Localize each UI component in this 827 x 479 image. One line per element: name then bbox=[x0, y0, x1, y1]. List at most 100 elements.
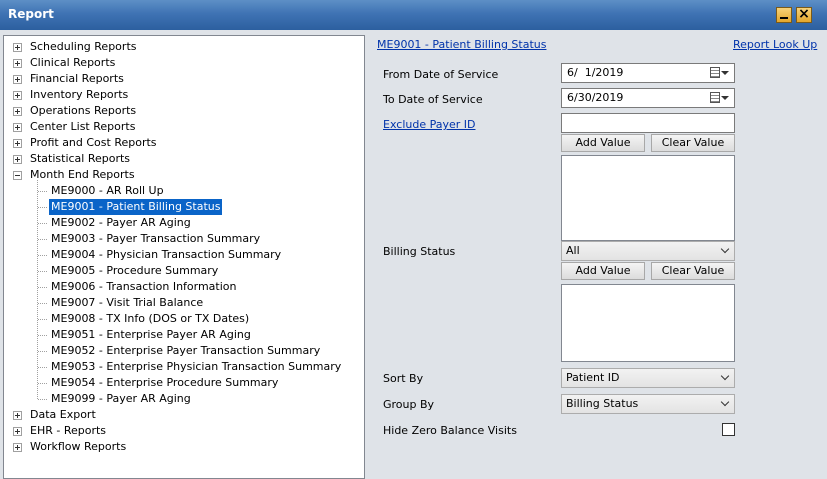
tree-child-me9006[interactable]: ME9006 - Transaction Information bbox=[4, 279, 364, 295]
tree-child-me9004[interactable]: ME9004 - Physician Transaction Summary bbox=[4, 247, 364, 263]
dropdown-arrow-icon[interactable] bbox=[721, 71, 729, 75]
tree-child-me9001[interactable]: ME9001 - Patient Billing Status bbox=[4, 199, 364, 215]
tree-child-me9007[interactable]: ME9007 - Visit Trial Balance bbox=[4, 295, 364, 311]
tree-item-label: Center List Reports bbox=[30, 120, 136, 133]
tree-child-label: ME9004 - Physician Transaction Summary bbox=[51, 248, 282, 261]
expand-icon[interactable] bbox=[13, 59, 22, 68]
chevron-down-icon bbox=[720, 397, 730, 407]
billing-status-select[interactable]: All bbox=[561, 241, 735, 261]
tree-child-label: ME9003 - Payer Transaction Summary bbox=[51, 232, 261, 245]
tree-item-ehr-reports[interactable]: EHR - Reports bbox=[4, 423, 364, 439]
minimize-button[interactable] bbox=[776, 7, 792, 23]
expand-icon[interactable] bbox=[13, 107, 22, 116]
tree-item-data-export[interactable]: Data Export bbox=[4, 407, 364, 423]
tree-child-label: ME9006 - Transaction Information bbox=[51, 280, 237, 293]
expand-icon[interactable] bbox=[13, 139, 22, 148]
exclude-payer-id-input[interactable] bbox=[561, 113, 735, 133]
tree-item-operations-reports[interactable]: Operations Reports bbox=[4, 103, 364, 119]
tree-item-profit-cost-reports[interactable]: Profit and Cost Reports bbox=[4, 135, 364, 151]
tree-child-label: ME9054 - Enterprise Procedure Summary bbox=[51, 376, 279, 389]
add-value-button[interactable]: Add Value bbox=[561, 134, 645, 152]
tree-child-label: ME9007 - Visit Trial Balance bbox=[51, 296, 204, 309]
expand-icon[interactable] bbox=[13, 75, 22, 84]
tree-item-month-end-reports[interactable]: Month End Reports bbox=[4, 167, 364, 183]
tree-item-label: Scheduling Reports bbox=[30, 40, 137, 53]
group-by-select[interactable]: Billing Status bbox=[561, 394, 735, 414]
close-button[interactable]: × bbox=[796, 7, 812, 23]
chevron-down-icon bbox=[720, 244, 730, 254]
tree-child-me9000[interactable]: ME9000 - AR Roll Up bbox=[4, 183, 364, 199]
tree-item-clinical-reports[interactable]: Clinical Reports bbox=[4, 55, 364, 71]
from-date-picker[interactable]: 6/ 1/2019 bbox=[561, 63, 735, 83]
tree-child-me9052[interactable]: ME9052 - Enterprise Payer Transaction Su… bbox=[4, 343, 364, 359]
expand-icon[interactable] bbox=[13, 411, 22, 420]
tree-child-me9003[interactable]: ME9003 - Payer Transaction Summary bbox=[4, 231, 364, 247]
collapse-icon[interactable] bbox=[13, 171, 22, 180]
group-by-label: Group By bbox=[383, 398, 435, 411]
clear-value-button[interactable]: Clear Value bbox=[651, 262, 735, 280]
tree-item-label: EHR - Reports bbox=[30, 424, 107, 437]
tree-item-label: Data Export bbox=[30, 408, 96, 421]
tree-child-label-selected: ME9001 - Patient Billing Status bbox=[49, 199, 223, 215]
tree-child-me9002[interactable]: ME9002 - Payer AR Aging bbox=[4, 215, 364, 231]
chevron-down-icon bbox=[720, 371, 730, 381]
tree-item-scheduling-reports[interactable]: Scheduling Reports bbox=[4, 39, 364, 55]
tree-child-me9008[interactable]: ME9008 - TX Info (DOS or TX Dates) bbox=[4, 311, 364, 327]
tree-child-label: ME9002 - Payer AR Aging bbox=[51, 216, 191, 229]
tree-item-financial-reports[interactable]: Financial Reports bbox=[4, 71, 364, 87]
tree-child-me9054[interactable]: ME9054 - Enterprise Procedure Summary bbox=[4, 375, 364, 391]
to-date-value: 6/30/2019 bbox=[567, 91, 624, 104]
tree-item-label: Month End Reports bbox=[30, 168, 135, 181]
tree-item-label: Inventory Reports bbox=[30, 88, 129, 101]
calendar-icon bbox=[710, 67, 720, 78]
sort-by-label: Sort By bbox=[383, 372, 424, 385]
tree-item-center-list-reports[interactable]: Center List Reports bbox=[4, 119, 364, 135]
expand-icon[interactable] bbox=[13, 155, 22, 164]
from-date-value: 6/ 1/2019 bbox=[567, 66, 624, 79]
clear-value-button[interactable]: Clear Value bbox=[651, 134, 735, 152]
exclude-payer-id-link[interactable]: Exclude Payer ID bbox=[383, 118, 475, 131]
tree-child-label: ME9005 - Procedure Summary bbox=[51, 264, 219, 277]
expand-icon[interactable] bbox=[13, 43, 22, 52]
tree-item-workflow-reports[interactable]: Workflow Reports bbox=[4, 439, 364, 455]
dropdown-arrow-icon[interactable] bbox=[721, 96, 729, 100]
tree-child-label: ME9053 - Enterprise Physician Transactio… bbox=[51, 360, 342, 373]
tree-child-label: ME9099 - Payer AR Aging bbox=[51, 392, 191, 405]
to-date-label: To Date of Service bbox=[383, 93, 483, 106]
report-parameters-panel: ME9001 - Patient Billing Status Report L… bbox=[366, 35, 827, 479]
report-title-link[interactable]: ME9001 - Patient Billing Status bbox=[377, 38, 546, 51]
calendar-icon bbox=[710, 92, 720, 103]
report-lookup-link[interactable]: Report Look Up bbox=[733, 38, 817, 51]
from-date-label: From Date of Service bbox=[383, 68, 499, 81]
expand-icon[interactable] bbox=[13, 91, 22, 100]
tree-child-me9053[interactable]: ME9053 - Enterprise Physician Transactio… bbox=[4, 359, 364, 375]
tree-item-label: Statistical Reports bbox=[30, 152, 131, 165]
tree-child-me9005[interactable]: ME9005 - Procedure Summary bbox=[4, 263, 364, 279]
expand-icon[interactable] bbox=[13, 427, 22, 436]
tree-item-label: Workflow Reports bbox=[30, 440, 127, 453]
to-date-picker[interactable]: 6/30/2019 bbox=[561, 88, 735, 108]
hide-zero-balance-label: Hide Zero Balance Visits bbox=[383, 424, 517, 437]
expand-icon[interactable] bbox=[13, 443, 22, 452]
tree-item-label: Profit and Cost Reports bbox=[30, 136, 157, 149]
exclude-payer-id-list[interactable] bbox=[561, 155, 735, 241]
tree-item-label: Financial Reports bbox=[30, 72, 124, 85]
group-by-value: Billing Status bbox=[566, 397, 639, 410]
tree-item-inventory-reports[interactable]: Inventory Reports bbox=[4, 87, 364, 103]
tree-child-me9051[interactable]: ME9051 - Enterprise Payer AR Aging bbox=[4, 327, 364, 343]
billing-status-list[interactable] bbox=[561, 284, 735, 362]
window-title: Report bbox=[8, 7, 54, 21]
expand-icon[interactable] bbox=[13, 123, 22, 132]
tree-item-statistical-reports[interactable]: Statistical Reports bbox=[4, 151, 364, 167]
tree-child-label: ME9051 - Enterprise Payer AR Aging bbox=[51, 328, 251, 341]
billing-status-value: All bbox=[566, 244, 580, 257]
tree-item-label: Clinical Reports bbox=[30, 56, 116, 69]
report-tree[interactable]: Scheduling Reports Clinical Reports Fina… bbox=[3, 35, 365, 479]
tree-child-label: ME9008 - TX Info (DOS or TX Dates) bbox=[51, 312, 250, 325]
tree-child-me9099[interactable]: ME9099 - Payer AR Aging bbox=[4, 391, 364, 407]
sort-by-select[interactable]: Patient ID bbox=[561, 368, 735, 388]
billing-status-label: Billing Status bbox=[383, 245, 456, 258]
add-value-button[interactable]: Add Value bbox=[561, 262, 645, 280]
hide-zero-balance-checkbox[interactable] bbox=[722, 423, 735, 436]
tree-child-label: ME9052 - Enterprise Payer Transaction Su… bbox=[51, 344, 321, 357]
